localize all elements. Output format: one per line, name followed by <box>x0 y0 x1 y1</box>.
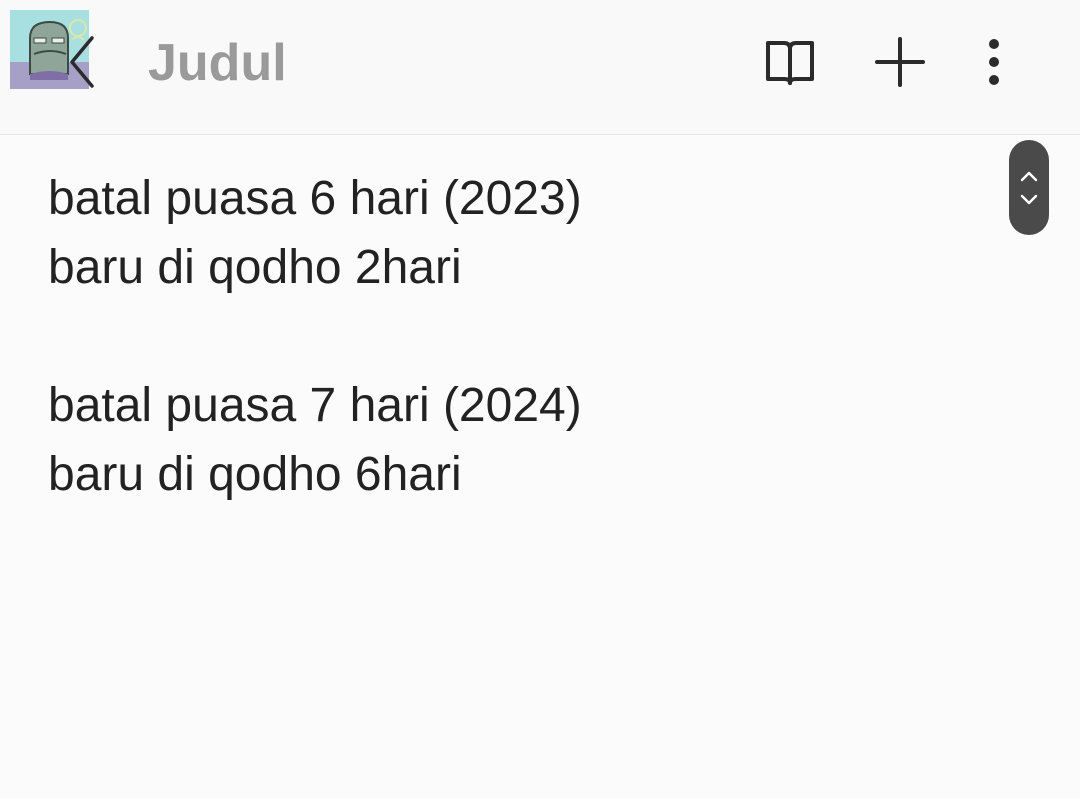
note-line[interactable]: batal puasa 7 hari (2024) <box>48 371 988 440</box>
scroll-up-button[interactable] <box>1019 169 1039 183</box>
note-line[interactable]: baru di qodho 2hari <box>48 233 988 302</box>
chevron-left-icon <box>70 36 94 88</box>
chevron-up-icon <box>1020 171 1038 181</box>
note-line[interactable]: baru di qodho 6hari <box>48 440 988 509</box>
note-title[interactable]: Judul <box>148 31 287 95</box>
reading-mode-button[interactable] <box>762 34 818 90</box>
note-paragraph[interactable]: batal puasa 6 hari (2023) baru di qodho … <box>48 164 988 302</box>
vertical-dots-icon <box>989 39 999 85</box>
note-line[interactable]: batal puasa 6 hari (2023) <box>48 164 988 233</box>
more-options-button[interactable] <box>966 34 1022 90</box>
note-editor-screen: Judul batal puasa 6 hari (2023) baru di … <box>0 0 1080 798</box>
open-book-icon <box>766 41 814 85</box>
back-button[interactable] <box>62 34 102 90</box>
note-paragraph[interactable]: batal puasa 7 hari (2024) baru di qodho … <box>48 371 988 509</box>
plus-icon <box>875 37 925 87</box>
scroll-handle[interactable] <box>1009 140 1049 235</box>
note-body[interactable]: batal puasa 6 hari (2023) baru di qodho … <box>48 164 988 578</box>
add-button[interactable] <box>872 34 928 90</box>
chevron-down-icon <box>1020 194 1038 204</box>
scroll-down-button[interactable] <box>1019 193 1039 207</box>
top-app-bar: Judul <box>0 0 1080 135</box>
